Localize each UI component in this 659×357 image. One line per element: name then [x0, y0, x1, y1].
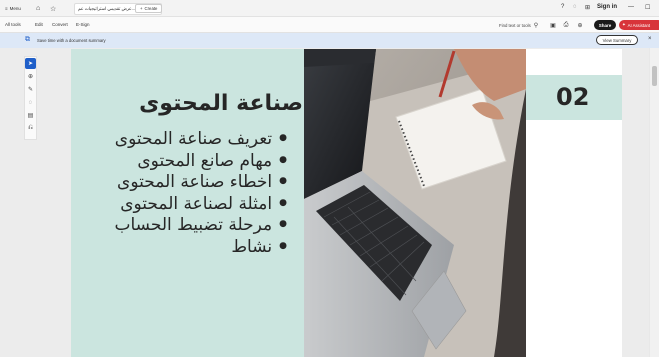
help-icon[interactable]: ? — [561, 4, 564, 10]
summary-notice-bar: ⧉ Save time with a document summary View… — [0, 33, 659, 48]
text-select-icon[interactable]: ▤ — [25, 110, 36, 121]
menu-e-sign[interactable]: E-Sign — [76, 22, 90, 27]
ai-assistant-label: AI Assistant — [627, 22, 651, 28]
scroll-thumb[interactable] — [652, 66, 657, 86]
create-tab-button[interactable]: + Create — [135, 4, 163, 13]
star-icon[interactable]: ☆ — [50, 4, 56, 13]
bullet-item: مهام صانع المحتوى — [91, 150, 287, 172]
menu-edit[interactable]: Edit — [35, 22, 43, 27]
search-icon: ⚲ — [533, 23, 539, 29]
find-text-tools[interactable]: Find text or tools ⚲ — [499, 22, 538, 29]
content-panel: صناعة المحتوى تعريف صناعة المحتوى مهام ص… — [71, 49, 304, 357]
find-label: Find text or tools — [499, 23, 531, 28]
menu-label: Menu — [9, 6, 21, 11]
zoom-icon[interactable]: ⊕ — [25, 71, 36, 82]
notice-text: Save time with a document summary — [37, 38, 106, 43]
bell-icon[interactable]: ◌ — [573, 4, 577, 10]
select-cursor-icon[interactable]: ➤ — [25, 58, 36, 69]
sparkle-icon: ✦ — [622, 22, 626, 27]
tool-rail: ➤ ⊕ ✎ ◌ ▤ ⎌ — [24, 56, 37, 140]
pen-icon[interactable]: ✎ — [25, 84, 36, 95]
laptop-photo — [304, 49, 526, 357]
slide-number-badge: 02 — [526, 75, 622, 120]
save-icon[interactable]: ▣ — [549, 21, 557, 29]
menu-bar: All tools Edit Convert E-Sign Find text … — [0, 17, 659, 33]
stamp-icon[interactable]: ⎌ — [25, 123, 36, 134]
slide-number: 02 — [556, 83, 590, 111]
home-icon[interactable]: ⌂ — [36, 4, 40, 13]
ai-assistant-button[interactable]: ✦ AI Assistant — [619, 20, 659, 30]
link-icon[interactable]: ⊕ — [576, 21, 584, 29]
pdf-page: صناعة المحتوى تعريف صناعة المحتوى مهام ص… — [71, 49, 622, 357]
print-icon[interactable]: ⎙ — [562, 21, 570, 29]
create-label: Create — [144, 6, 158, 11]
title-bar: ≡ Menu ⌂ ☆ عرض تقديمي استراتيجيات عم... … — [0, 0, 659, 17]
bullet-item: اخطاء صناعة المحتوى — [91, 171, 287, 193]
bullet-item: امثلة لصناعة المحتوى — [91, 193, 287, 215]
laptop-illustration — [304, 49, 526, 357]
document-area: صناعة المحتوى تعريف صناعة المحتوى مهام ص… — [0, 48, 649, 357]
summary-icon: ⧉ — [25, 36, 30, 43]
hamburger-icon: ≡ — [5, 6, 8, 11]
pdf-viewer-window: ≡ Menu ⌂ ☆ عرض تقديمي استراتيجيات عم... … — [0, 0, 659, 357]
slide-title: صناعة المحتوى — [139, 91, 303, 116]
bullet-item: تعريف صناعة المحتوى — [91, 128, 287, 150]
sign-in-link[interactable]: Sign in — [597, 4, 617, 10]
share-button[interactable]: Share — [594, 20, 616, 30]
menu-button[interactable]: ≡ Menu — [5, 4, 21, 13]
vertical-scrollbar[interactable] — [650, 48, 659, 357]
maximize-icon[interactable]: ☐ — [645, 4, 650, 11]
bullet-list: تعريف صناعة المحتوى مهام صانع المحتوى اخ… — [91, 128, 287, 257]
view-summary-button[interactable]: View Summary — [596, 35, 638, 45]
lasso-icon[interactable]: ◌ — [25, 97, 36, 108]
minimize-icon[interactable]: — — [628, 4, 634, 10]
apps-icon[interactable]: ⊞ — [585, 4, 590, 11]
plus-icon: + — [140, 6, 143, 11]
bullet-item: مرحلة تضبيط الحساب — [91, 214, 287, 236]
menu-convert[interactable]: Convert — [52, 22, 68, 27]
close-icon[interactable]: × — [648, 36, 652, 42]
menu-all-tools[interactable]: All tools — [5, 22, 21, 27]
bullet-item: نشاط — [91, 236, 287, 258]
